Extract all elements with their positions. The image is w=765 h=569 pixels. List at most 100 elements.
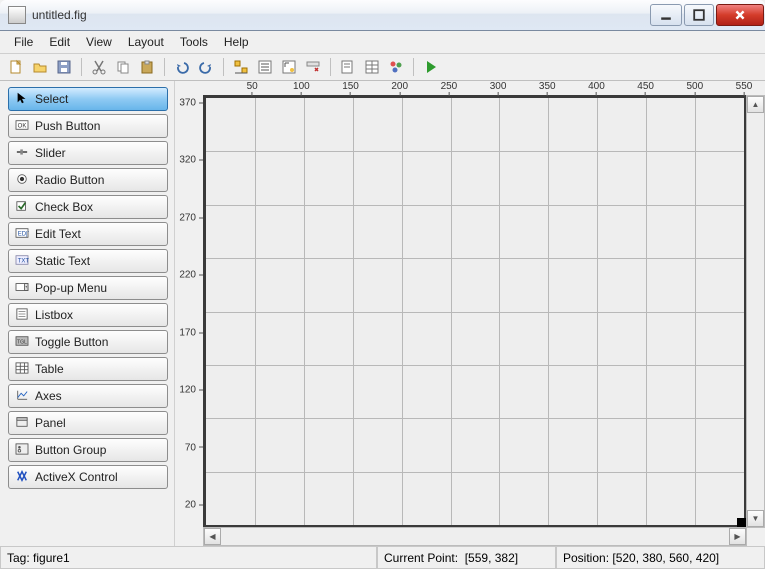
menu-edit[interactable]: Edit <box>41 33 78 51</box>
gridline-horizontal <box>206 365 744 366</box>
palette-radio-button[interactable]: Radio Button <box>8 168 168 192</box>
svg-text:ED|T: ED|T <box>18 231 29 237</box>
ruler-x-tick: 50 <box>247 81 258 95</box>
ruler-x-tick: 400 <box>588 81 605 95</box>
ruler-x-tick: 450 <box>637 81 654 95</box>
palette-slider[interactable]: Slider <box>8 141 168 165</box>
ok-box-icon: OK <box>15 119 29 134</box>
status-tag: Tag: figure1 <box>0 547 377 569</box>
palette-push-button[interactable]: OKPush Button <box>8 114 168 138</box>
palette-edit-text[interactable]: ED|TEdit Text <box>8 222 168 246</box>
ruler-x-tick: 200 <box>391 81 408 95</box>
menu-layout[interactable]: Layout <box>120 33 172 51</box>
save-button[interactable] <box>54 57 74 77</box>
ruler-y-label: 120 <box>179 385 196 396</box>
ruler-y-label: 370 <box>179 98 196 109</box>
align-objects-button[interactable] <box>231 57 251 77</box>
palette-item-label: Select <box>35 92 68 106</box>
palette-static-text[interactable]: TXTStatic Text <box>8 249 168 273</box>
paste-button[interactable] <box>137 57 157 77</box>
ruler-y-label: 70 <box>185 442 196 453</box>
ruler-corner <box>175 81 203 95</box>
palette-item-label: Static Text <box>35 254 90 268</box>
statusbar: Tag: figure1 Current Point: [559, 382] P… <box>0 546 765 569</box>
palette-item-label: Check Box <box>35 200 93 214</box>
ruler-x-tick: 300 <box>490 81 507 95</box>
palette-activex-control[interactable]: ActiveX Control <box>8 465 168 489</box>
window-controls <box>649 4 765 26</box>
ruler-y-label: 270 <box>179 212 196 223</box>
ruler-y-tick: 170 <box>175 327 203 338</box>
ruler-x-label: 400 <box>588 81 605 92</box>
palette-panel[interactable]: Panel <box>8 411 168 435</box>
edit-text-icon: ED|T <box>15 227 29 242</box>
ruler-x-tick: 350 <box>539 81 556 95</box>
status-cp-value: [559, 382] <box>465 551 518 565</box>
maximize-button[interactable] <box>684 4 714 26</box>
object-browser-button[interactable] <box>386 57 406 77</box>
scroll-right-icon[interactable]: ▶ <box>729 528 746 545</box>
menu-editor-button[interactable] <box>255 57 275 77</box>
minimize-button[interactable] <box>650 4 682 26</box>
separator <box>81 58 82 76</box>
ruler-x-tick: 150 <box>342 81 359 95</box>
palette-select[interactable]: Select <box>8 87 168 111</box>
scroll-track[interactable] <box>221 528 729 545</box>
undo-button[interactable] <box>172 57 192 77</box>
palette-toggle-button[interactable]: TGLToggle Button <box>8 330 168 354</box>
copy-button[interactable] <box>113 57 133 77</box>
menu-view[interactable]: View <box>78 33 120 51</box>
separator <box>223 58 224 76</box>
horizontal-scrollbar[interactable]: ◀ ▶ <box>203 527 747 546</box>
menu-help[interactable]: Help <box>216 33 257 51</box>
scroll-track[interactable] <box>747 113 764 510</box>
property-inspector-button[interactable] <box>362 57 382 77</box>
toolbar-editor-button[interactable] <box>303 57 323 77</box>
radio-icon <box>15 173 29 188</box>
design-grid[interactable] <box>203 95 747 528</box>
palette-item-label: Button Group <box>35 443 106 457</box>
ruler-y-label: 20 <box>185 500 196 511</box>
palette-button-group[interactable]: Button Group <box>8 438 168 462</box>
gridline-horizontal <box>206 205 744 206</box>
palette-axes[interactable]: Axes <box>8 384 168 408</box>
run-button[interactable] <box>421 57 441 77</box>
close-button[interactable] <box>716 4 764 26</box>
app-icon <box>8 6 26 24</box>
palette-item-label: Listbox <box>35 308 73 322</box>
scroll-left-icon[interactable]: ◀ <box>204 528 221 545</box>
vertical-scrollbar[interactable]: ▲ ▼ <box>746 95 765 528</box>
tab-order-editor-button[interactable] <box>279 57 299 77</box>
redo-button[interactable] <box>196 57 216 77</box>
toggle-icon: TGL <box>15 335 29 350</box>
main-area: Select OKPush Button Slider Radio Button Che… <box>0 81 765 546</box>
cut-button[interactable] <box>89 57 109 77</box>
ruler-y-tick: 270 <box>175 212 203 223</box>
ruler-x-label: 250 <box>441 81 458 92</box>
ruler-y-label: 220 <box>179 270 196 281</box>
gridline-horizontal <box>206 151 744 152</box>
scroll-down-icon[interactable]: ▼ <box>747 510 764 527</box>
open-button[interactable] <box>30 57 50 77</box>
menu-tools[interactable]: Tools <box>172 33 216 51</box>
palette-table[interactable]: Table <box>8 357 168 381</box>
ruler-x-label: 350 <box>539 81 556 92</box>
menu-file[interactable]: File <box>6 33 41 51</box>
new-button[interactable] <box>6 57 26 77</box>
scroll-up-icon[interactable]: ▲ <box>747 96 764 113</box>
toolbar <box>0 54 765 81</box>
palette-item-label: Panel <box>35 416 66 430</box>
window-title: untitled.fig <box>32 8 87 22</box>
ruler-x-label: 500 <box>686 81 703 92</box>
slider-icon <box>15 146 29 161</box>
popup-icon <box>15 281 29 296</box>
ruler-y-tick: 120 <box>175 385 203 396</box>
palette-check-box[interactable]: Check Box <box>8 195 168 219</box>
palette-pop-up-menu[interactable]: Pop-up Menu <box>8 276 168 300</box>
editor-button[interactable] <box>338 57 358 77</box>
palette-listbox[interactable]: Listbox <box>8 303 168 327</box>
gridline-horizontal <box>206 258 744 259</box>
ruler-y-label: 320 <box>179 155 196 166</box>
ruler-x-tick: 550 <box>736 81 753 95</box>
ruler-y-tick: 70 <box>175 442 203 453</box>
